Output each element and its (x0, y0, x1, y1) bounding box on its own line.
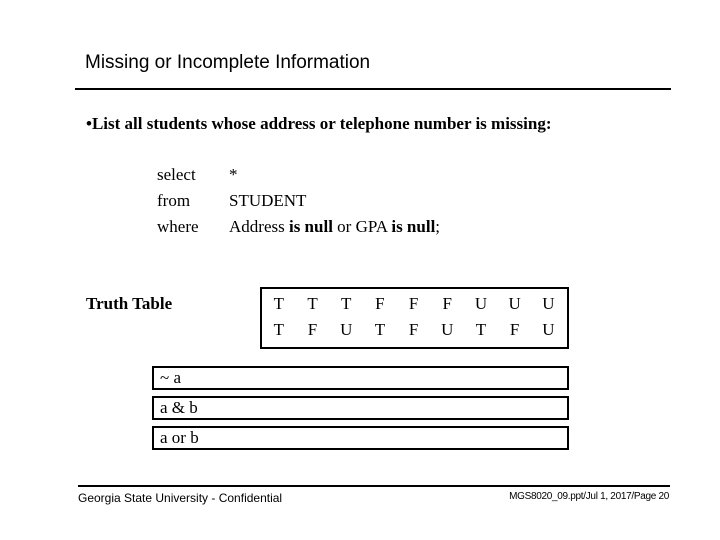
sql-keyword-select: select (157, 165, 196, 184)
footer-page-info: MGS8020_09.ppt/Jul 1, 2017/Page 20 (509, 491, 669, 502)
sql-arg-part: or GPA (332, 217, 392, 236)
operation-row-or: a or b (152, 426, 569, 450)
truth-table-row-a: TTTFFFUUU (262, 294, 565, 314)
sql-keyword-from: from (157, 191, 191, 210)
truth-table-cell: U (542, 294, 555, 313)
truth-table-cell: F (442, 294, 453, 313)
title-divider (75, 88, 671, 90)
truth-table-label: Truth Table (86, 294, 173, 313)
truth-table-cell: F (408, 320, 419, 339)
truth-table-values: TTTFFFUUU TFUTFUTFU (260, 287, 569, 349)
truth-table-cell: T (273, 294, 285, 313)
sql-arg-select: * (229, 165, 238, 185)
truth-table-cell: T (307, 294, 318, 313)
truth-table-row-b: TFUTFUTFU (262, 320, 565, 340)
operation-label: ~ a (160, 368, 181, 387)
truth-table-cell: U (441, 320, 454, 339)
truth-table-cell: T (341, 294, 352, 313)
sql-arg-part: ; (435, 217, 441, 236)
sql-arg-part: * (229, 165, 238, 184)
truth-table-cell: F (408, 294, 419, 313)
sql-keyword-where: where (157, 217, 199, 236)
truth-table-cell: U (474, 294, 488, 313)
sql-arg-where: Address is null or GPA is null; (229, 217, 440, 237)
bullet-text: •List all students whose address or tele… (86, 114, 552, 133)
sql-arg-part: is null (391, 217, 436, 236)
truth-table-cell: U (508, 294, 521, 313)
sql-arg-part: STUDENT (229, 191, 307, 210)
truth-table-cell: T (475, 320, 487, 339)
operation-label: a or b (160, 428, 199, 447)
truth-table-cell: U (340, 320, 353, 339)
truth-table-cell: T (374, 320, 386, 339)
operation-label: a & b (160, 398, 198, 417)
operation-row-not: ~ a (152, 366, 569, 390)
truth-table-cell: T (273, 320, 285, 339)
operation-row-and: a & b (152, 396, 569, 420)
slide-title: Missing or Incomplete Information (85, 52, 371, 73)
sql-arg-part: is null (288, 217, 333, 236)
footer-organization: Georgia State University - Confidential (78, 491, 283, 505)
truth-table-cell: F (375, 294, 385, 313)
truth-table-cell: U (542, 320, 555, 339)
sql-arg-from: STUDENT (229, 191, 306, 211)
footer-divider (78, 485, 670, 487)
sql-arg-part: Address (229, 217, 289, 236)
truth-table-cell: F (509, 320, 520, 339)
truth-table-cell: F (307, 320, 318, 339)
